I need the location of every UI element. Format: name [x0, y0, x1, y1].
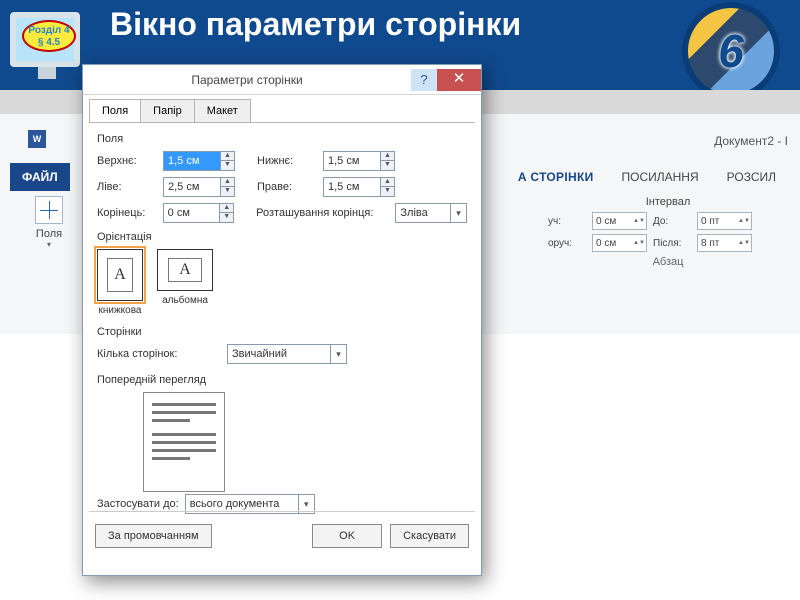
gutter-field[interactable]: 0 см▲▼	[163, 203, 235, 223]
tab-file[interactable]: ФАЙЛ	[10, 163, 70, 191]
margins-icon	[35, 196, 63, 224]
margins-ribbon-button[interactable]: Поля ▾	[26, 196, 72, 249]
tab-references[interactable]: ПОСИЛАННЯ	[608, 163, 713, 191]
chevron-down-icon: ▾	[26, 240, 72, 249]
indent-left-field[interactable]: 0 см▲▼	[592, 212, 647, 230]
margins-section-label: Поля	[97, 133, 467, 145]
word-icon: W	[28, 130, 46, 148]
orientation-portrait[interactable]: A книжкова	[97, 249, 143, 316]
orientation-section-label: Орієнтація	[97, 231, 467, 243]
preview-section-label: Попередній перегляд	[97, 374, 467, 386]
chapter-badge: Розділ 4 § 4.5	[22, 20, 76, 52]
tab-layout[interactable]: Макет	[194, 99, 251, 122]
margin-right-field[interactable]: 1,5 см▲▼	[323, 177, 395, 197]
paragraph-spacing-group: Інтервал уч: 0 см▲▼ До: 0 пт▲▼ оруч: 0 с…	[548, 196, 788, 268]
margin-left-field[interactable]: 2,5 см▲▼	[163, 177, 235, 197]
spacing-after-field[interactable]: 8 пт▲▼	[697, 234, 752, 252]
cancel-button[interactable]: Скасувати	[390, 524, 469, 548]
orientation-landscape[interactable]: A альбомна	[157, 249, 213, 316]
margin-top-field[interactable]: 1,5 см▲▼	[163, 151, 235, 171]
ok-button[interactable]: OK	[312, 524, 382, 548]
tab-page-layout[interactable]: А СТОРІНКИ	[504, 163, 608, 191]
spacing-before-field[interactable]: 0 пт▲▼	[697, 212, 752, 230]
slide-title: Вікно параметри сторінки	[0, 0, 800, 43]
multiple-pages-select[interactable]: Звичайний▾	[227, 344, 347, 364]
margin-bottom-field[interactable]: 1,5 см▲▼	[323, 151, 395, 171]
indent-right-field[interactable]: 0 см▲▼	[592, 234, 647, 252]
grade-badge: 6	[682, 2, 780, 100]
page-setup-dialog: Параметри сторінки ? ✕ Поля Папір Макет …	[82, 64, 482, 576]
tab-paper[interactable]: Папір	[140, 99, 195, 122]
pages-section-label: Сторінки	[97, 326, 467, 338]
interval-label: Інтервал	[548, 196, 788, 208]
tab-margins[interactable]: Поля	[89, 99, 141, 122]
set-default-button[interactable]: За промовчанням	[95, 524, 212, 548]
paragraph-group-label: Абзац	[548, 256, 788, 268]
page-preview	[143, 392, 225, 492]
close-button[interactable]: ✕	[437, 69, 481, 91]
help-button[interactable]: ?	[411, 69, 437, 91]
gutter-position-select[interactable]: Зліва▾	[395, 203, 467, 223]
document-title: Документ2 - I	[714, 134, 788, 148]
tab-mailings[interactable]: РОЗСИЛ	[713, 163, 790, 191]
dialog-title: Параметри сторінки	[83, 73, 411, 87]
